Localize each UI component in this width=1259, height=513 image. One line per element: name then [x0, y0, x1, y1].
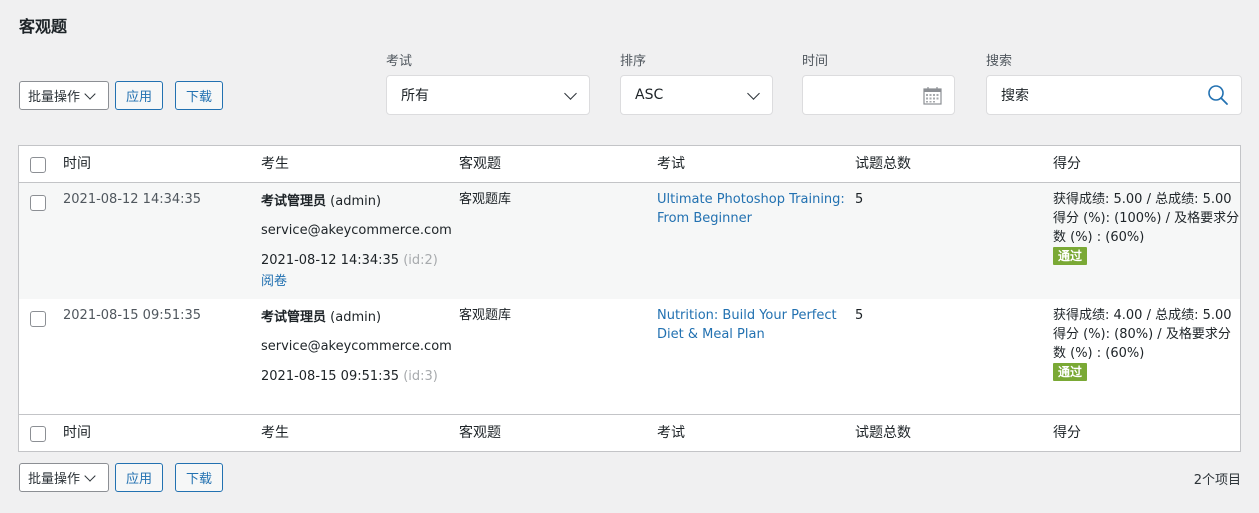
search-filter-label: 搜索: [986, 54, 1013, 69]
chevron-down-icon: [84, 87, 96, 100]
column-header-score[interactable]: 得分: [1053, 155, 1081, 174]
order-filter-select[interactable]: ASC: [620, 75, 773, 115]
row-checkbox[interactable]: [30, 195, 46, 211]
order-filter-value: ASC: [635, 87, 664, 103]
page-title: 客观题: [19, 17, 68, 36]
row-exam-link[interactable]: Nutrition: Build Your Perfect Diet & Mea…: [657, 306, 837, 344]
bulk-action-select-bottom[interactable]: 批量操作: [19, 463, 109, 492]
row-total: 5: [855, 308, 864, 323]
review-link[interactable]: 阅卷: [261, 272, 287, 291]
column-header-time[interactable]: 时间: [63, 155, 91, 174]
row-total: 5: [855, 192, 864, 207]
row-time: 2021-08-15 09:51:35: [63, 308, 202, 323]
row-score: 获得成绩: 5.00 / 总成绩: 5.00 得分 (%): (100%) / …: [1053, 190, 1239, 266]
chevron-down-icon: [564, 87, 577, 100]
table-row: 2021-08-15 09:51:35 考试管理员 (admin) servic…: [19, 299, 1240, 414]
examinee-login: (admin): [330, 194, 382, 209]
row-question-bank: 客观题库: [459, 192, 512, 207]
examinee-date: 2021-08-12 14:34:35 (id:2): [261, 251, 438, 270]
status-badge: 通过: [1053, 363, 1088, 381]
exam-filter-label: 考试: [386, 54, 413, 69]
table-footer-header: 时间 考生 客观题 考试 试题总数 得分: [19, 414, 1240, 451]
exam-title-line: Nutrition: Build Your Perfect: [657, 308, 837, 323]
select-all-checkbox[interactable]: [30, 426, 46, 442]
apply-button-bottom[interactable]: 应用: [115, 463, 163, 492]
time-filter-label: 时间: [802, 54, 829, 69]
column-header-total[interactable]: 试题总数: [855, 155, 911, 174]
exam-title-line: From Beginner: [657, 211, 752, 226]
examinee-email: service@akeycommerce.com: [261, 223, 452, 238]
score-line: 数 (%) : (60%): [1053, 230, 1145, 245]
attempt-id: (id:2): [403, 253, 438, 268]
column-header-objective[interactable]: 客观题: [459, 155, 501, 174]
score-line: 得分 (%): (100%) / 及格要求分: [1053, 211, 1240, 226]
column-header-exam[interactable]: 考试: [657, 424, 685, 443]
download-button-bottom[interactable]: 下载: [175, 463, 223, 492]
attempt-date: 2021-08-15 09:51:35: [261, 369, 400, 384]
column-header-score[interactable]: 得分: [1053, 424, 1081, 443]
chevron-down-icon: [747, 87, 760, 100]
search-placeholder: 搜索: [1001, 88, 1029, 104]
bulk-action-label: 批量操作: [28, 90, 81, 105]
exam-filter-value: 所有: [401, 88, 429, 104]
examinee-login: (admin): [330, 310, 382, 325]
row-exam-link[interactable]: Ultimate Photoshop Training: From Beginn…: [657, 190, 845, 228]
item-count: 2个项目: [1193, 473, 1241, 488]
chevron-down-icon: [84, 469, 96, 482]
attempt-date: 2021-08-12 14:34:35: [261, 253, 400, 268]
exam-filter-select[interactable]: 所有: [386, 75, 590, 115]
download-button-top[interactable]: 下载: [175, 81, 223, 110]
examinee-name: 考试管理员: [261, 194, 327, 209]
status-badge: 通过: [1053, 247, 1088, 265]
column-header-examinee[interactable]: 考生: [261, 424, 289, 443]
table-row: 2021-08-12 14:34:35 考试管理员 (admin) servic…: [19, 183, 1240, 299]
examinee-email: service@akeycommerce.com: [261, 339, 452, 354]
column-header-objective[interactable]: 客观题: [459, 424, 501, 443]
search-input[interactable]: 搜索: [986, 75, 1242, 115]
score-line: 数 (%) : (60%): [1053, 346, 1145, 361]
row-question-bank: 客观题库: [459, 308, 512, 323]
row-examinee: 考试管理员 (admin): [261, 192, 381, 211]
examinee-date: 2021-08-15 09:51:35 (id:3): [261, 367, 438, 386]
column-header-time[interactable]: 时间: [63, 424, 91, 443]
search-icon[interactable]: [1207, 84, 1229, 110]
apply-button-top[interactable]: 应用: [115, 81, 163, 110]
examinee-name: 考试管理员: [261, 310, 327, 325]
score-line: 得分 (%): (80%) / 及格要求分: [1053, 327, 1231, 342]
exam-title-line: Diet & Meal Plan: [657, 327, 765, 342]
bulk-action-label: 批量操作: [28, 472, 81, 487]
calendar-icon[interactable]: [923, 86, 942, 109]
time-filter-input[interactable]: [802, 75, 955, 115]
bulk-action-select-top[interactable]: 批量操作: [19, 81, 109, 110]
table-header: 时间 考生 客观题 考试 试题总数 得分: [19, 146, 1240, 183]
column-header-examinee[interactable]: 考生: [261, 155, 289, 174]
attempt-id: (id:3): [403, 369, 438, 384]
select-all-checkbox[interactable]: [30, 157, 46, 173]
column-header-exam[interactable]: 考试: [657, 155, 685, 174]
order-filter-label: 排序: [620, 54, 647, 69]
results-table: 时间 考生 客观题 考试 试题总数 得分 2021-08-12 14:34:35…: [18, 145, 1241, 452]
row-score: 获得成绩: 4.00 / 总成绩: 5.00 得分 (%): (80%) / 及…: [1053, 306, 1232, 382]
score-line: 获得成绩: 4.00 / 总成绩: 5.00: [1053, 308, 1232, 323]
score-line: 获得成绩: 5.00 / 总成绩: 5.00: [1053, 192, 1232, 207]
row-checkbox[interactable]: [30, 311, 46, 327]
exam-title-line: Ultimate Photoshop Training:: [657, 192, 845, 207]
row-examinee: 考试管理员 (admin): [261, 308, 381, 327]
row-time: 2021-08-12 14:34:35: [63, 192, 202, 207]
column-header-total[interactable]: 试题总数: [855, 424, 911, 443]
